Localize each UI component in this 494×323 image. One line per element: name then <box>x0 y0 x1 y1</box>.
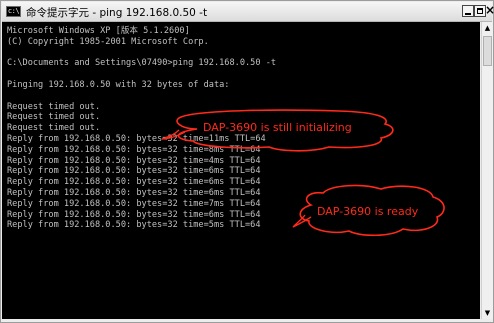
maximize-icon <box>477 8 483 14</box>
scroll-up-icon[interactable]: ▲ <box>482 22 493 34</box>
console-output[interactable]: Microsoft Windows XP [版本 5.1.2600] (C) Co… <box>2 22 480 319</box>
vertical-scrollbar[interactable]: ▲ ▼ <box>481 22 493 319</box>
console-line: C:\Documents and Settings\07490>ping 192… <box>7 58 277 69</box>
scroll-thumb[interactable] <box>483 36 492 66</box>
minimize-icon <box>465 13 471 15</box>
minimize-button[interactable] <box>462 5 474 17</box>
initializing-callout: DAP-3690 is still initializing <box>159 107 399 153</box>
initializing-annotation: DAP-3690 is still initializing <box>203 121 352 134</box>
window-title: 命令提示字元 - ping 192.168.0.50 -t <box>26 7 208 19</box>
title-bar[interactable]: c:\ 命令提示字元 - ping 192.168.0.50 -t × <box>2 2 494 22</box>
console-line: Pinging 192.168.0.50 with 32 bytes of da… <box>7 79 230 90</box>
console-line: Microsoft Windows XP [版本 5.1.2600] <box>7 26 190 36</box>
console-line: Reply from 192.168.0.50: bytes=32 time=6… <box>7 166 261 177</box>
ready-annotation: DAP-3690 is ready <box>317 205 419 218</box>
console-line: (C) Copyright 1985-2001 Microsoft Corp. <box>7 36 209 47</box>
command-prompt-window: c:\ 命令提示字元 - ping 192.168.0.50 -t × Micr… <box>0 0 494 323</box>
console-icon[interactable]: c:\ <box>6 6 21 17</box>
close-icon: × <box>484 3 494 17</box>
ready-callout: DAP-3690 is ready <box>291 183 451 239</box>
close-button[interactable]: × <box>484 3 494 17</box>
scroll-down-icon[interactable]: ▼ <box>482 307 493 319</box>
console-line: Reply from 192.168.0.50: bytes=32 time=4… <box>7 155 261 166</box>
